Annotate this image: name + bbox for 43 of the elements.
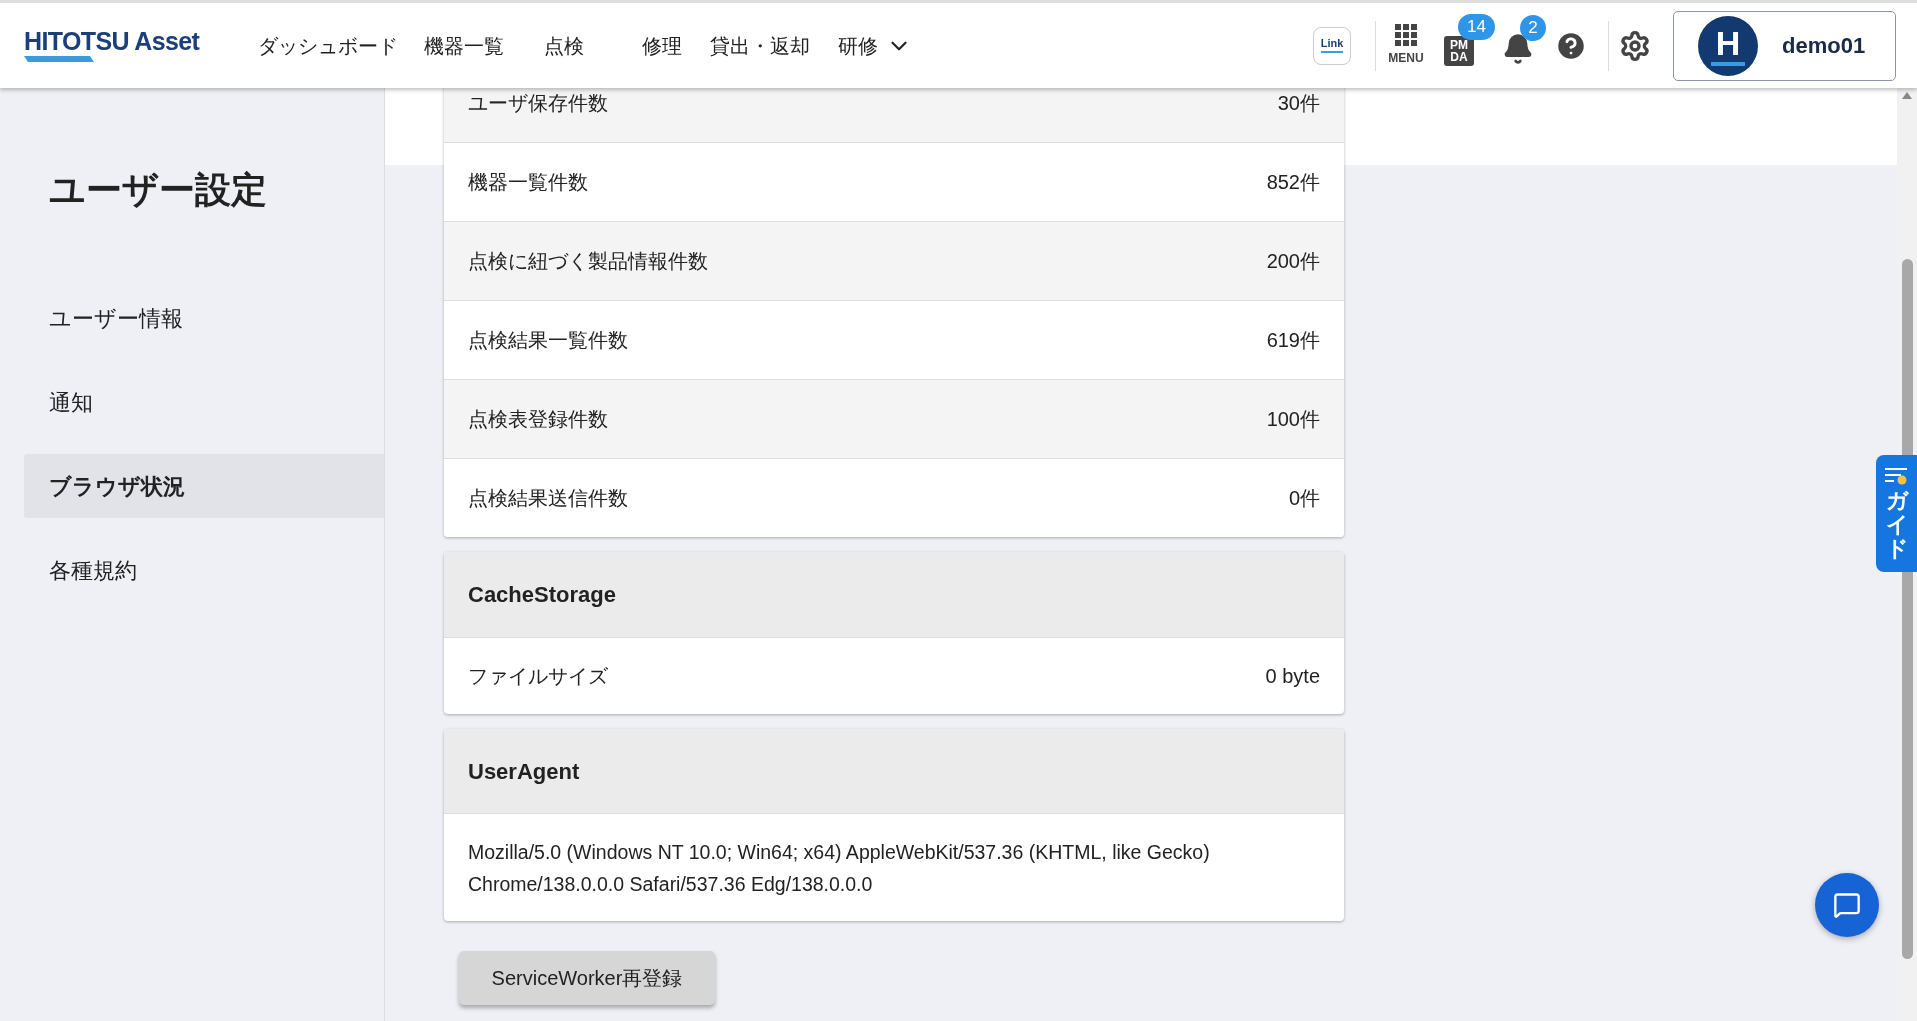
user-agent-text: Mozilla/5.0 (Windows NT 10.0; Win64; x64) AppleWebKit/537.36 (KHTML, like Gecko) Chrome/138.0.0.0 Safari/537.36 Edg/138.0.0.0 [468, 839, 1211, 897]
avatar: H [1698, 15, 1758, 76]
row-label: 点検に紐づく製品情報件数 [468, 249, 708, 274]
nav-link[interactable]: 点検 [544, 30, 584, 61]
grid-icon [1395, 24, 1417, 46]
nav-link[interactable]: 貸出・返却 [710, 30, 810, 61]
row-label: 点検表登録件数 [468, 407, 608, 432]
menu-button[interactable]: MENU [1384, 24, 1428, 67]
row-value: 0 byte [1265, 664, 1320, 689]
guide-tab[interactable]: ガイド [1876, 455, 1917, 572]
sidebar-item[interactable]: ブラウザ状況 [24, 454, 384, 518]
reregister-button[interactable]: ServiceWorker再登録 [459, 951, 715, 1005]
page-title: ユーザー設定 [49, 172, 268, 208]
row-value: 200件 [1266, 249, 1320, 274]
sidebar-item[interactable]: 各種規約 [24, 538, 384, 602]
settings-icon[interactable] [1619, 29, 1651, 62]
list-icon [1884, 467, 1909, 485]
row-label: 機器一覧件数 [468, 170, 588, 195]
row-value: 30件 [1277, 90, 1320, 116]
logo[interactable]: HITOTSU Asset [24, 29, 224, 62]
card-title: UserAgent [468, 757, 580, 786]
nav-link[interactable]: 研修 [838, 30, 912, 61]
user-menu-button[interactable]: H demo01 [1673, 10, 1896, 81]
chat-icon [1833, 891, 1861, 919]
sidebar-item[interactable]: ユーザー情報 [24, 286, 384, 350]
nav-link[interactable]: 修理 [642, 30, 682, 61]
row-value: 619件 [1266, 328, 1320, 353]
pmda-icon[interactable]: PM DA [1444, 35, 1474, 66]
row-value: 0件 [1288, 486, 1320, 511]
count-badge: 14 [1458, 13, 1495, 40]
row-label: ファイルサイズ [468, 664, 608, 689]
row-label: 点検結果一覧件数 [468, 328, 628, 353]
sidebar-item[interactable]: 通知 [24, 370, 384, 434]
link-app-icon[interactable]: Link [1313, 26, 1351, 65]
count-badge: 2 [1520, 14, 1546, 41]
row-label: 点検結果送信件数 [468, 486, 628, 511]
row-label: ユーザ保存件数 [468, 90, 608, 116]
nav-link[interactable]: ダッシュボード [258, 30, 398, 61]
card-title: CacheStorage [468, 581, 616, 609]
row-value: 100件 [1266, 407, 1320, 432]
bell-icon[interactable] [1502, 32, 1534, 65]
nav-link[interactable]: 機器一覧 [424, 30, 504, 61]
row-value: 852件 [1266, 170, 1320, 195]
